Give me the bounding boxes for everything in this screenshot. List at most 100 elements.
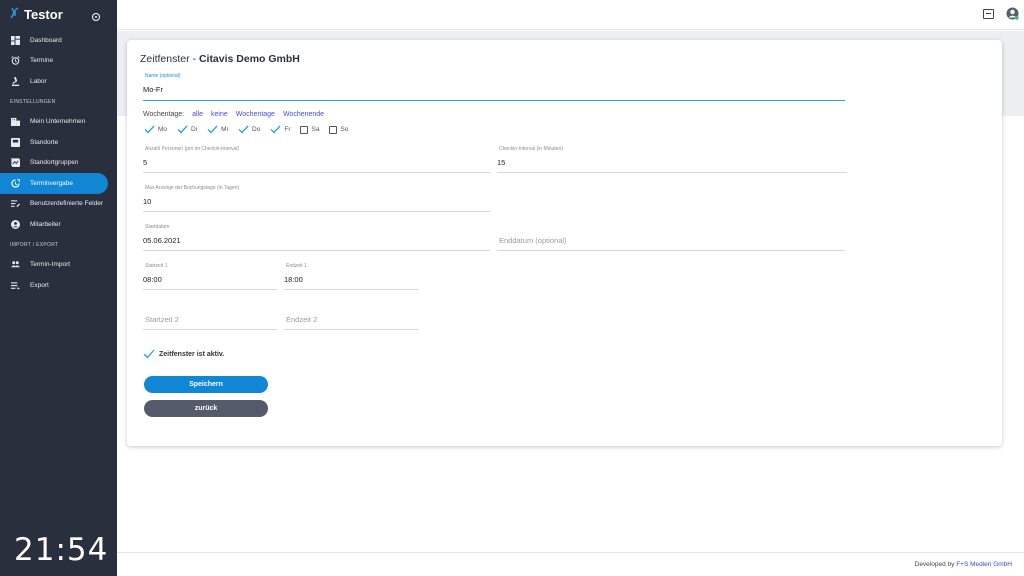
start-date-label: Startdatum (145, 224, 170, 230)
save-button[interactable]: Speichern (144, 376, 268, 393)
page-title-prefix: Zeitfenster - (140, 53, 199, 65)
sidebar-item-label: Mein Unternehmen (30, 118, 86, 126)
page-title: Zeitfenster - Citavis Demo GmbH (140, 53, 300, 65)
end-time-1-field[interactable]: Endzeit 1 18:00 (284, 262, 419, 290)
weekdays-label: Wochentage: (143, 111, 185, 118)
microscope-icon (10, 76, 20, 86)
check-icon (144, 125, 156, 134)
sidebar-item-label: Terminvergabe (30, 179, 73, 187)
sidebar-item-label: Labor (30, 77, 47, 85)
check-icon (207, 125, 219, 134)
topbar (117, 0, 1024, 30)
checkin-interval-label: Checkin-Interval (in Minuten) (499, 146, 563, 152)
persons-field[interactable]: Anzahl Personen (pro im Checkin-Interval… (143, 145, 490, 173)
footer-company-link[interactable]: F+S Medien GmbH (956, 561, 1012, 568)
weekdays-weekend-link[interactable]: Wochenende (283, 111, 324, 118)
day-label: Sa (311, 126, 320, 133)
day-label: Mi (221, 126, 229, 133)
sidebar-item-label: Standortgruppen (30, 159, 79, 167)
day-checkbox-so[interactable]: So (329, 125, 348, 134)
max-booking-days-label: Max Anzeige der Buchungstage (in Tagen) (145, 185, 240, 191)
day-label: Mo (158, 126, 168, 133)
fields-icon (10, 199, 20, 209)
check-icon (177, 125, 189, 134)
sidebar-item-dashboard[interactable]: Dashboard (0, 30, 117, 51)
scan-icon[interactable] (983, 9, 994, 19)
location-icon (10, 137, 20, 147)
alarm-icon (10, 56, 20, 66)
day-checkbox-mo[interactable]: Mo (144, 125, 167, 134)
sidebar-item-label: Termine (30, 57, 54, 65)
end-date-field[interactable]: Enddatum (optional) (497, 223, 845, 251)
weekdays-row: Wochentage: alle keine Wochentage Wochen… (143, 111, 324, 118)
weekdays-workdays-link[interactable]: Wochentage (236, 111, 275, 118)
start-time-1-label: Startzeit 1 (145, 263, 168, 269)
building-icon (10, 117, 20, 127)
day-checkbox-do[interactable]: Do (238, 125, 260, 134)
check-icon (238, 125, 250, 134)
sidebar-item-standortgruppen[interactable]: Standortgruppen (0, 153, 117, 174)
name-field[interactable]: Name (optional) Mo-Fr (143, 72, 845, 101)
active-checkbox-label: Zeitfenster ist aktiv. (159, 350, 225, 358)
sidebar-item-label: Dashboard (30, 36, 62, 44)
day-checkboxes: Mo Di Mi Do Fr Sa So (144, 125, 358, 134)
footer: Developed by F+S Medien GmbH (117, 552, 1024, 576)
checkin-interval-field[interactable]: Checkin-Interval (in Minuten) 15 (497, 145, 847, 173)
end-time-2-placeholder: Endzeit 2 (286, 315, 318, 324)
sidebar-item-mein-unternehmen[interactable]: Mein Unternehmen (0, 112, 117, 133)
check-icon (143, 349, 155, 359)
check-icon (270, 125, 282, 134)
sidebar-item-terminvergabe[interactable]: Terminvergabe (0, 173, 108, 194)
group-icon (10, 158, 20, 168)
app-name: Testor (24, 7, 63, 22)
section-settings-heading: EINSTELLUNGEN (10, 98, 56, 105)
footer-prefix: Developed by (914, 561, 957, 568)
checkin-interval-value: 15 (497, 158, 506, 167)
start-time-1-field[interactable]: Startzeit 1 08:00 (143, 262, 277, 290)
day-checkbox-di[interactable]: Di (177, 125, 197, 134)
active-checkbox[interactable]: Zeitfenster ist aktiv. (143, 349, 224, 359)
import-icon (10, 260, 20, 270)
sidebar-nav: Dashboard Termine Labor EINSTELLUNGEN Me… (0, 30, 117, 296)
day-checkbox-sa[interactable]: Sa (300, 125, 319, 134)
sidebar-item-label: Standorte (30, 138, 59, 146)
day-label: Fr (284, 126, 291, 133)
weekdays-all-link[interactable]: alle (192, 111, 203, 118)
sidebar-item-termine[interactable]: Termine (0, 51, 117, 72)
start-date-field[interactable]: Startdatum 05.06.2021 (143, 223, 490, 251)
end-time-1-value: 18:00 (284, 275, 303, 284)
end-time-2-field[interactable]: Endzeit 2 (284, 302, 419, 330)
user-avatar-icon[interactable] (1006, 7, 1019, 20)
sidebar-item-export[interactable]: Export (0, 275, 117, 296)
sidebar-item-mitarbeiter[interactable]: Mitarbeiter (0, 214, 117, 235)
sidebar-toggle-icon[interactable] (92, 13, 100, 21)
dashboard-icon (10, 35, 20, 45)
sidebar-item-benutzerdefinierte-felder[interactable]: Benutzerdefinierte Felder (0, 194, 117, 215)
section-import-heading: IMPORT / EXPORT (10, 241, 59, 248)
day-label: Di (191, 126, 198, 133)
end-date-placeholder: Enddatum (optional) (499, 236, 567, 245)
timeslot-form-card: Zeitfenster - Citavis Demo GmbH Name (op… (127, 40, 1002, 446)
max-booking-days-field[interactable]: Max Anzeige der Buchungstage (in Tagen) … (143, 184, 490, 212)
name-field-value: Mo-Fr (143, 85, 163, 94)
max-booking-days-value: 10 (143, 197, 152, 206)
name-field-label: Name (optional) (145, 73, 181, 79)
person-icon (10, 219, 20, 229)
brand[interactable]: Testor (10, 7, 63, 22)
sidebar-item-label: Mitarbeiter (30, 220, 61, 228)
sidebar-item-label: Termin-Import (30, 261, 71, 269)
back-button[interactable]: zurück (144, 400, 268, 417)
weekdays-none-link[interactable]: keine (211, 111, 228, 118)
sidebar-item-termin-import[interactable]: Termin-Import (0, 255, 117, 276)
schedule-icon (10, 178, 20, 188)
sidebar-item-label: Export (30, 281, 49, 289)
day-label: Do (252, 126, 261, 133)
clock: 21:54 (14, 532, 109, 568)
sidebar-item-standorte[interactable]: Standorte (0, 132, 117, 153)
start-date-value: 05.06.2021 (143, 236, 181, 245)
day-checkbox-fr[interactable]: Fr (270, 125, 290, 134)
start-time-2-field[interactable]: Startzeit 2 (143, 302, 277, 330)
day-checkbox-mi[interactable]: Mi (207, 125, 228, 134)
persons-field-value: 5 (143, 158, 148, 167)
sidebar-item-labor[interactable]: Labor (0, 71, 117, 92)
